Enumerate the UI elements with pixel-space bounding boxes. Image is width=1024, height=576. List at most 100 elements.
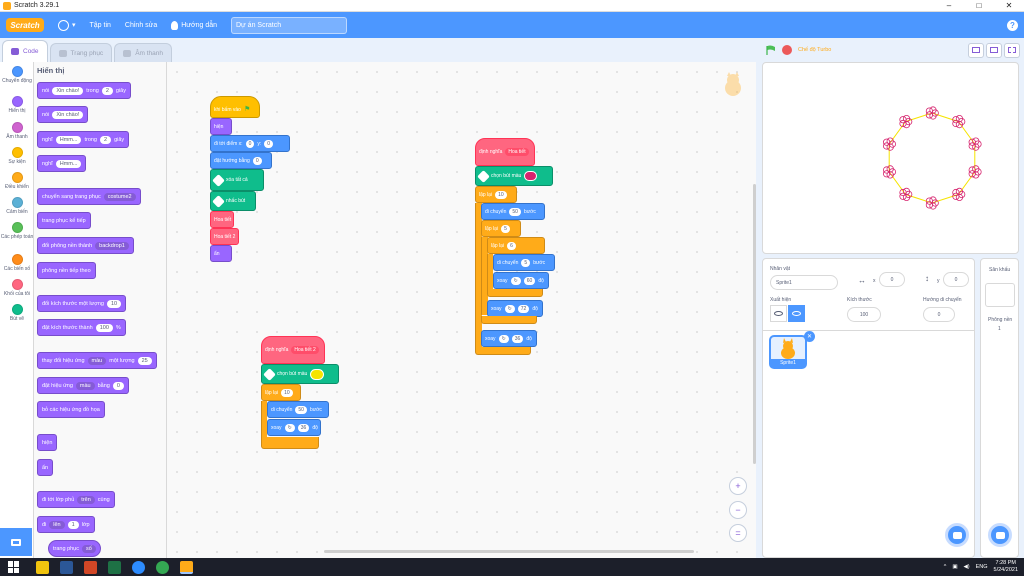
file-menu[interactable]: Tập tin xyxy=(90,22,111,29)
file-explorer-icon[interactable] xyxy=(36,560,49,574)
point-in-direction-block[interactable]: đặt hướng bằng 0 xyxy=(210,152,272,169)
excel-icon[interactable] xyxy=(108,560,121,574)
help-icon[interactable]: ? xyxy=(1007,19,1018,31)
layer-dropdown[interactable]: trên xyxy=(77,495,95,504)
number-input[interactable]: 6 xyxy=(507,241,516,250)
category-events[interactable]: Sự kiện xyxy=(0,147,34,165)
backdrop-dropdown[interactable]: backdrop1 xyxy=(95,241,129,250)
clear-effects-block[interactable]: bỏ các hiệu ứng đồ họa xyxy=(37,401,105,418)
script-vertical-scrollbar[interactable] xyxy=(753,184,756,464)
network-icon[interactable]: ▣ xyxy=(952,564,957,570)
pen-up-block[interactable]: nhấc bút xyxy=(210,191,256,211)
normal-stage-button[interactable] xyxy=(986,42,1002,58)
number-name-dropdown[interactable]: số xyxy=(82,544,96,553)
turn-36-block[interactable]: xoay ↻ 36 độ xyxy=(267,419,321,436)
turn-36-block[interactable]: xoay ↻ 36 độ xyxy=(481,330,537,347)
category-control[interactable]: Điều khiển xyxy=(0,172,34,190)
zoom-app-icon[interactable] xyxy=(132,560,145,574)
costume-dropdown[interactable]: costume2 xyxy=(103,192,136,201)
hide-block[interactable]: ẩn xyxy=(210,245,232,262)
stop-icon[interactable] xyxy=(782,45,792,55)
number-input[interactable]: 72 xyxy=(517,304,530,313)
move-5-block[interactable]: di chuyển 5 bước xyxy=(493,254,555,271)
say-block[interactable]: nói Xin chào! xyxy=(37,106,89,123)
number-input[interactable]: 10 xyxy=(281,388,293,397)
number-input[interactable]: 5 xyxy=(521,258,531,267)
minimize-button[interactable]: – xyxy=(934,1,964,10)
stage-canvas[interactable] xyxy=(762,62,1019,254)
repeat-5-block[interactable]: lặp lại 5 xyxy=(481,220,521,237)
say-for-block[interactable]: nói Xin chào! trong 2 giây xyxy=(37,82,131,99)
next-costume-block[interactable]: trang phục kế tiếp xyxy=(37,212,91,229)
repeat-6-block[interactable]: lặp lại 6 xyxy=(487,237,545,254)
switch-costume-block[interactable]: chuyển sang trang phục costume2 xyxy=(37,188,141,205)
set-pen-color-block[interactable]: chọn bút màu xyxy=(475,166,553,186)
script-horizontal-scrollbar[interactable] xyxy=(324,550,694,553)
add-extension-button[interactable] xyxy=(0,528,32,556)
number-input[interactable]: 36 xyxy=(297,423,310,432)
category-sound[interactable]: Âm thanh xyxy=(0,122,34,140)
effect-dropdown[interactable]: màu xyxy=(87,356,107,365)
show-block[interactable]: hiện xyxy=(37,434,58,451)
chrome-icon[interactable] xyxy=(156,560,169,574)
think-block[interactable]: nghĩ Hmm... xyxy=(37,155,87,172)
show-block[interactable]: hiện xyxy=(210,118,232,135)
number-input[interactable]: 2 xyxy=(100,135,112,144)
direction-input[interactable]: 0 xyxy=(252,156,262,165)
scratch-app-icon[interactable] xyxy=(180,560,193,574)
backdrop-thumbnail[interactable] xyxy=(985,283,1015,307)
number-input[interactable]: 50 xyxy=(509,207,521,216)
y-input[interactable]: 0 xyxy=(943,272,969,287)
hide-block[interactable]: ẩn xyxy=(37,459,54,476)
text-input[interactable]: Hmm... xyxy=(55,159,82,168)
turn-72-block[interactable]: xoay ↻ 72 độ xyxy=(487,300,543,317)
number-input[interactable]: 5 xyxy=(501,224,510,233)
call-hoa-tiet-2-block[interactable]: Hoa tiết 2 xyxy=(210,228,239,245)
chevron-up-icon[interactable]: ^ xyxy=(944,564,947,570)
direction-input[interactable]: 0 xyxy=(923,307,955,322)
number-input[interactable]: 1 xyxy=(67,520,79,529)
powerpoint-icon[interactable] xyxy=(84,560,97,574)
change-effect-block[interactable]: thay đổi hiệu ứng màu một lượng 25 xyxy=(37,352,157,369)
size-input[interactable]: 100 xyxy=(847,307,881,322)
word-icon[interactable] xyxy=(60,560,73,574)
number-input[interactable]: 60 xyxy=(523,276,536,285)
category-operators[interactable]: Các phép toán xyxy=(0,222,34,240)
number-input[interactable]: 0 xyxy=(112,381,124,390)
define-hoa-tiet-block[interactable]: định nghĩa Hoa tiết xyxy=(475,138,535,166)
next-backdrop-block[interactable]: phông nền tiếp theo xyxy=(37,262,96,279)
close-window-button[interactable]: ✕ xyxy=(994,1,1024,10)
clock[interactable]: 7:28 PM 5/24/2021 xyxy=(994,560,1018,574)
go-layers-block[interactable]: đi lên 1 lớp xyxy=(37,516,95,533)
set-size-block[interactable]: đặt kích thước thành 100 % xyxy=(37,319,126,336)
number-input[interactable]: 10 xyxy=(495,190,507,199)
turn-60-block[interactable]: xoay ↻ 60 độ xyxy=(493,272,549,289)
set-pen-color-block[interactable]: chọn bút màu xyxy=(261,364,339,384)
color-swatch[interactable] xyxy=(524,171,538,181)
tab-code[interactable]: Code xyxy=(2,40,48,62)
fullscreen-button[interactable] xyxy=(1004,42,1020,58)
text-input[interactable]: Hmm... xyxy=(55,135,82,144)
costume-reporter-block[interactable]: trang phục số xyxy=(48,540,101,557)
when-flag-clicked-block[interactable]: khi bấm vào ⚑ xyxy=(210,96,260,118)
call-hoa-tiet-block[interactable]: Hoa tiết xyxy=(210,211,234,228)
maximize-button[interactable]: □ xyxy=(964,1,994,10)
script-area[interactable]: khi bấm vào ⚑ hiện đi tới điểm x: 0 y: 0… xyxy=(167,62,756,558)
input-language[interactable]: ENG xyxy=(976,564,988,570)
language-menu[interactable]: ▾ xyxy=(58,19,76,31)
delete-sprite-icon[interactable]: ✕ xyxy=(804,331,815,342)
go-to-layer-block[interactable]: đi tới lớp phủ trên cùng xyxy=(37,491,115,508)
set-effect-block[interactable]: đặt hiệu ứng màu bằng 0 xyxy=(37,377,129,394)
number-input[interactable]: 10 xyxy=(106,299,122,308)
zoom-reset-button[interactable]: = xyxy=(729,524,747,542)
category-motion[interactable]: Chuyển động xyxy=(0,66,34,84)
color-swatch[interactable] xyxy=(310,368,325,380)
direction-dropdown[interactable]: lên xyxy=(49,520,65,529)
volume-icon[interactable]: ◀) xyxy=(964,564,970,570)
go-to-xy-block[interactable]: đi tới điểm x: 0 y: 0 xyxy=(210,135,290,152)
choose-sprite-button[interactable] xyxy=(945,523,969,547)
sprite-thumbnail[interactable]: Sprite1 ✕ xyxy=(769,331,815,369)
choose-backdrop-button[interactable] xyxy=(988,523,1012,547)
change-size-block[interactable]: đổi kích thước một lượng 10 xyxy=(37,295,127,312)
hide-sprite-button[interactable] xyxy=(788,305,805,322)
